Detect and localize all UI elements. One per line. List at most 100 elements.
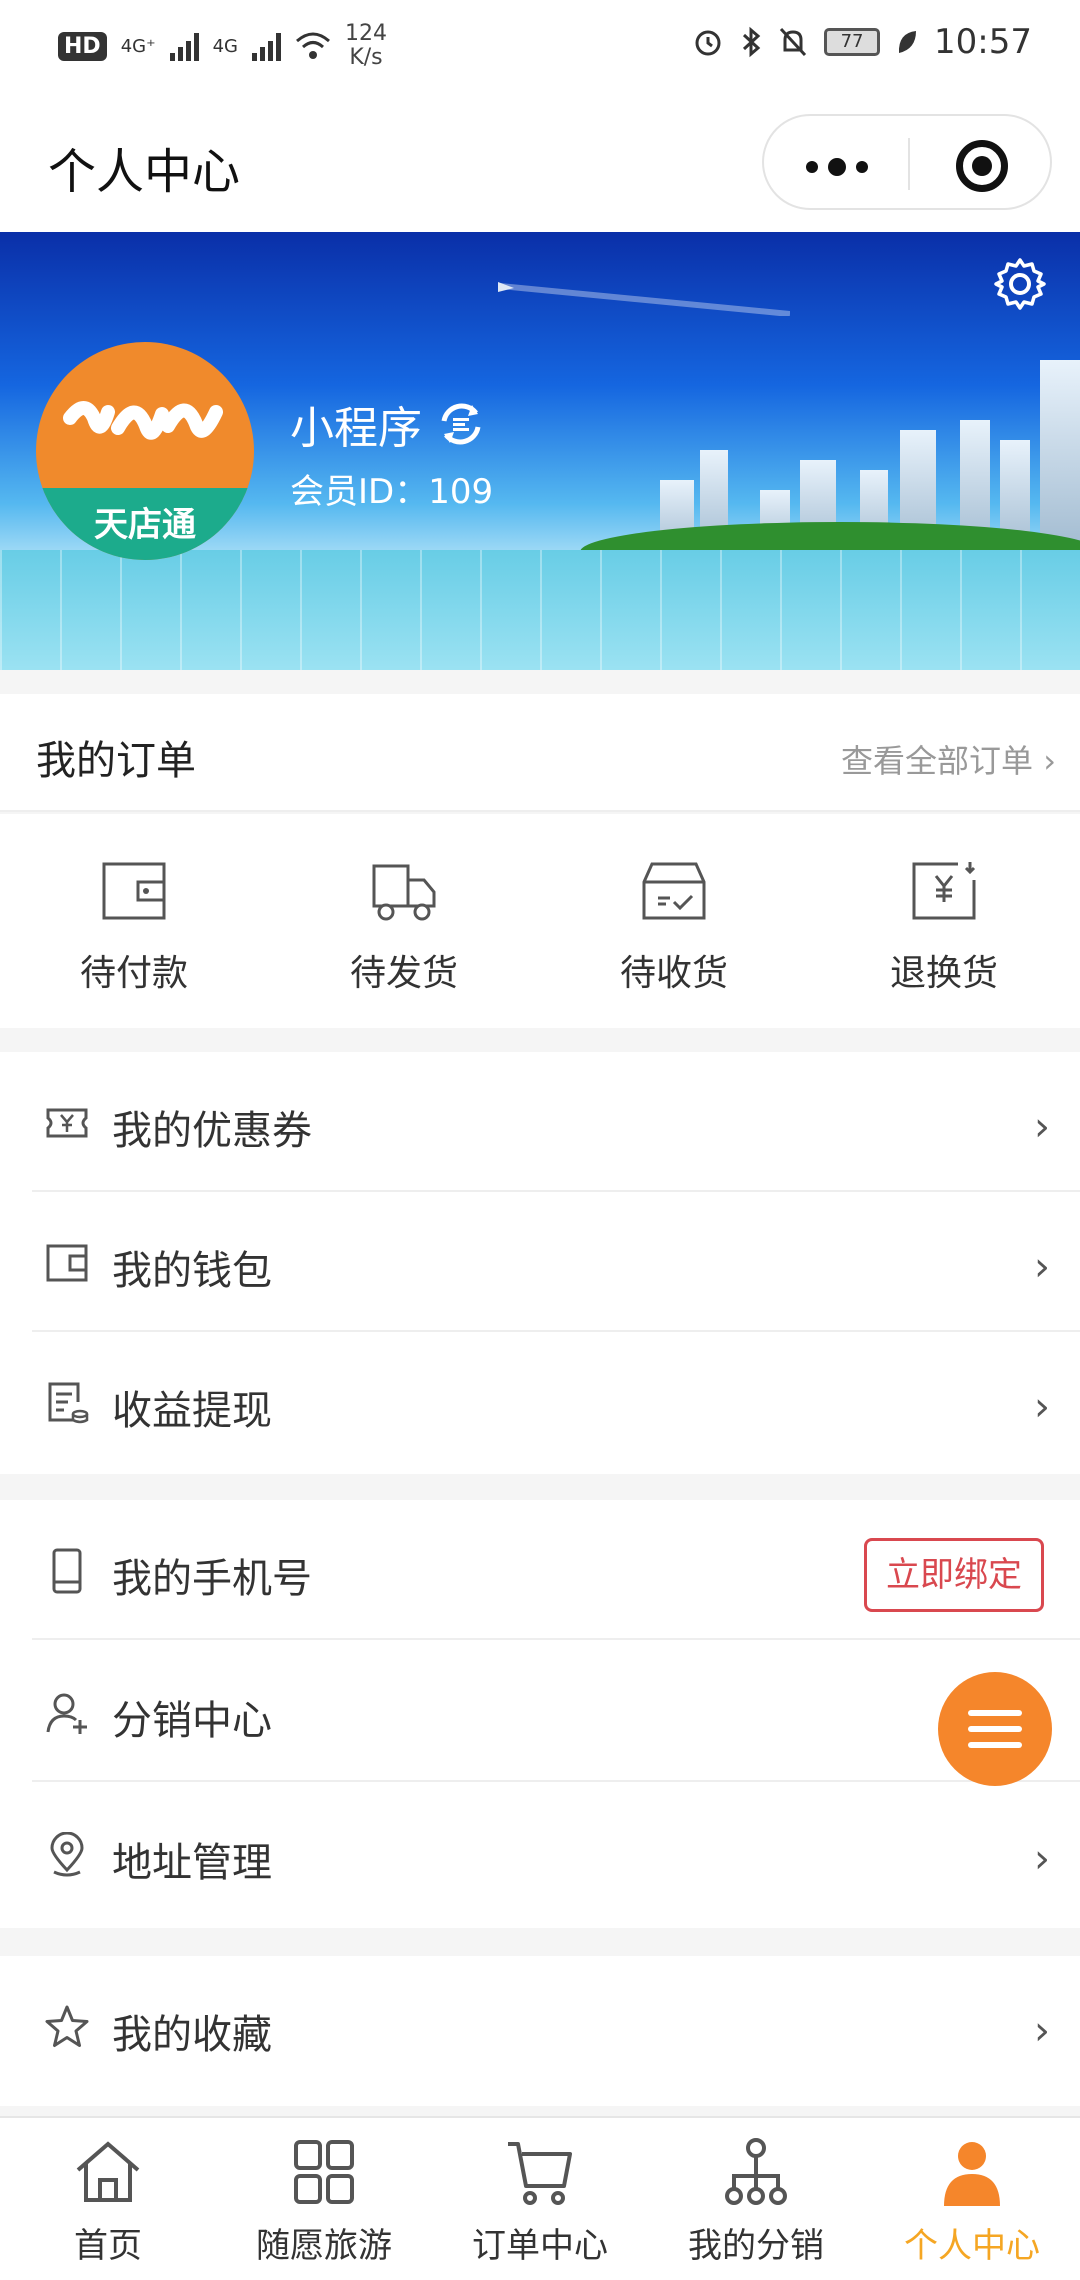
avatar-brand-text: 天店通	[94, 505, 196, 545]
tab-orders[interactable]: 订单中心	[432, 2136, 648, 2267]
menu-item-label: 地址管理	[112, 1840, 272, 1886]
hamburger-line	[968, 1726, 1022, 1732]
earnings-icon	[48, 1382, 89, 1424]
brand-logo-icon	[63, 401, 223, 440]
chevron-right-icon: ›	[1034, 1244, 1050, 1290]
divider	[32, 1780, 1080, 1782]
coupon-icon	[46, 1108, 88, 1138]
speed-value: 124	[345, 21, 387, 46]
clock: 10:57	[934, 22, 1032, 62]
menu-item-favorites[interactable]: 我的收藏 ›	[0, 1956, 1080, 2096]
chevron-right-icon: ›	[1034, 2008, 1050, 2054]
phone-icon	[52, 1548, 82, 1594]
cart-icon	[508, 2142, 572, 2205]
menu-group-account: 我的手机号 立即绑定 分销中心 地址管理 ›	[0, 1500, 1080, 1928]
tab-home[interactable]: 首页	[0, 2136, 216, 2267]
wallet-icon	[46, 1244, 88, 1282]
user-name-row: 小程序	[290, 392, 486, 456]
alarm-icon	[695, 30, 721, 56]
menu-item-address[interactable]: 地址管理 ›	[0, 1784, 1080, 1924]
box-check-icon	[642, 862, 706, 920]
user-name: 小程序	[290, 403, 422, 454]
tab-travel[interactable]: 随愿旅游	[216, 2136, 432, 2267]
menu-item-coupons[interactable]: 我的优惠券 ›	[0, 1052, 1080, 1192]
leaf-icon	[898, 31, 917, 53]
wallet-icon	[102, 862, 166, 920]
bind-phone-button[interactable]: 立即绑定	[864, 1538, 1044, 1612]
menu-group-finance: 我的优惠券 › 我的钱包 › 收益提现 ›	[0, 1052, 1080, 1474]
menu-item-wallet[interactable]: 我的钱包 ›	[0, 1192, 1080, 1332]
banner-floor	[0, 550, 1080, 670]
hd-indicator: HD	[58, 31, 107, 61]
star-icon	[45, 2005, 89, 2047]
view-all-orders-link[interactable]: 查看全部订单 ›	[841, 736, 1056, 782]
close-miniprogram-icon[interactable]	[956, 140, 1008, 192]
menu-item-earnings[interactable]: 收益提现 ›	[0, 1332, 1080, 1472]
order-item-label: 待付款	[79, 953, 188, 994]
tab-personal-center[interactable]: 个人中心	[864, 2136, 1080, 2267]
capsule-divider	[908, 138, 910, 190]
order-status-row: 待付款 待发货 待收货 退换货	[0, 814, 1080, 1028]
tab-label: 我的分销	[688, 2226, 824, 2266]
order-pending-receipt[interactable]: 待收货	[574, 858, 774, 996]
tab-label: 个人中心	[904, 2226, 1040, 2266]
hamburger-line	[968, 1742, 1022, 1748]
order-pending-shipment[interactable]: 待发货	[304, 858, 504, 996]
add-user-icon	[46, 1693, 87, 1734]
signal-icon	[169, 31, 199, 61]
status-bar: HD 4G⁺ 4G 124 K/s 77 10:57	[0, 0, 1080, 92]
my-orders-title: 我的订单	[36, 738, 196, 784]
network-icon	[725, 2138, 787, 2205]
tab-label: 随愿旅游	[256, 2226, 392, 2266]
wifi-icon	[296, 32, 330, 59]
menu-item-label: 我的收藏	[112, 2012, 272, 2058]
floating-menu-button[interactable]	[938, 1672, 1052, 1786]
page-title: 个人中心	[48, 144, 241, 200]
menu-item-label: 我的优惠券	[112, 1108, 312, 1154]
my-orders-header: 我的订单 查看全部订单 ›	[0, 694, 1080, 812]
network-type-2: 4G	[212, 35, 238, 57]
mute-icon	[779, 27, 807, 57]
menu-item-label: 我的手机号	[112, 1556, 312, 1602]
order-refund[interactable]: 退换货	[844, 858, 1044, 996]
menu-item-distribution[interactable]: 分销中心	[0, 1642, 1080, 1782]
miniprogram-capsule	[762, 114, 1052, 210]
menu-item-label: 我的钱包	[112, 1248, 272, 1294]
battery-icon: 77	[824, 28, 881, 56]
chevron-right-icon: ›	[1034, 1104, 1050, 1150]
order-item-label: 退换货	[889, 953, 998, 994]
more-menu-icon[interactable]	[806, 158, 868, 176]
member-id: 会员ID：109	[290, 472, 494, 512]
title-bar: 个人中心	[0, 92, 1080, 232]
network-type-1: 4G⁺	[120, 35, 156, 57]
order-item-label: 待收货	[619, 953, 728, 994]
bluetooth-icon	[742, 26, 761, 58]
chevron-right-icon: ›	[1034, 1836, 1050, 1882]
divider	[32, 1638, 1080, 1640]
grid-icon	[294, 2140, 354, 2204]
hamburger-line	[968, 1710, 1022, 1716]
bottom-tab-bar: 首页 随愿旅游 订单中心 我的分销 个人中心	[0, 2116, 1080, 2280]
order-item-label: 待发货	[349, 953, 458, 994]
order-pending-payment[interactable]: 待付款	[34, 858, 234, 996]
refund-icon	[912, 862, 976, 920]
chevron-right-icon: ›	[1034, 1384, 1050, 1430]
speed-unit: K/s	[349, 45, 383, 70]
switch-account-icon[interactable]	[436, 399, 486, 449]
menu-item-label: 收益提现	[112, 1388, 272, 1434]
truck-icon	[372, 864, 436, 921]
avatar[interactable]: 天店通	[36, 342, 254, 560]
airplane-icon	[498, 282, 790, 316]
settings-gear-icon[interactable]	[992, 256, 1048, 312]
tab-label: 首页	[74, 2226, 142, 2266]
building	[1040, 360, 1080, 560]
network-speed: 124 K/s	[345, 22, 387, 70]
menu-item-phone[interactable]: 我的手机号 立即绑定	[0, 1500, 1080, 1640]
menu-item-label: 分销中心	[112, 1698, 272, 1744]
menu-group-favorites: 我的收藏 ›	[0, 1956, 1080, 2106]
tab-my-distribution[interactable]: 我的分销	[648, 2136, 864, 2267]
profile-banner: 天店通 小程序 会员ID：109	[0, 232, 1080, 670]
person-icon	[944, 2142, 1000, 2206]
home-icon	[76, 2141, 140, 2202]
signal-icon	[252, 31, 281, 61]
